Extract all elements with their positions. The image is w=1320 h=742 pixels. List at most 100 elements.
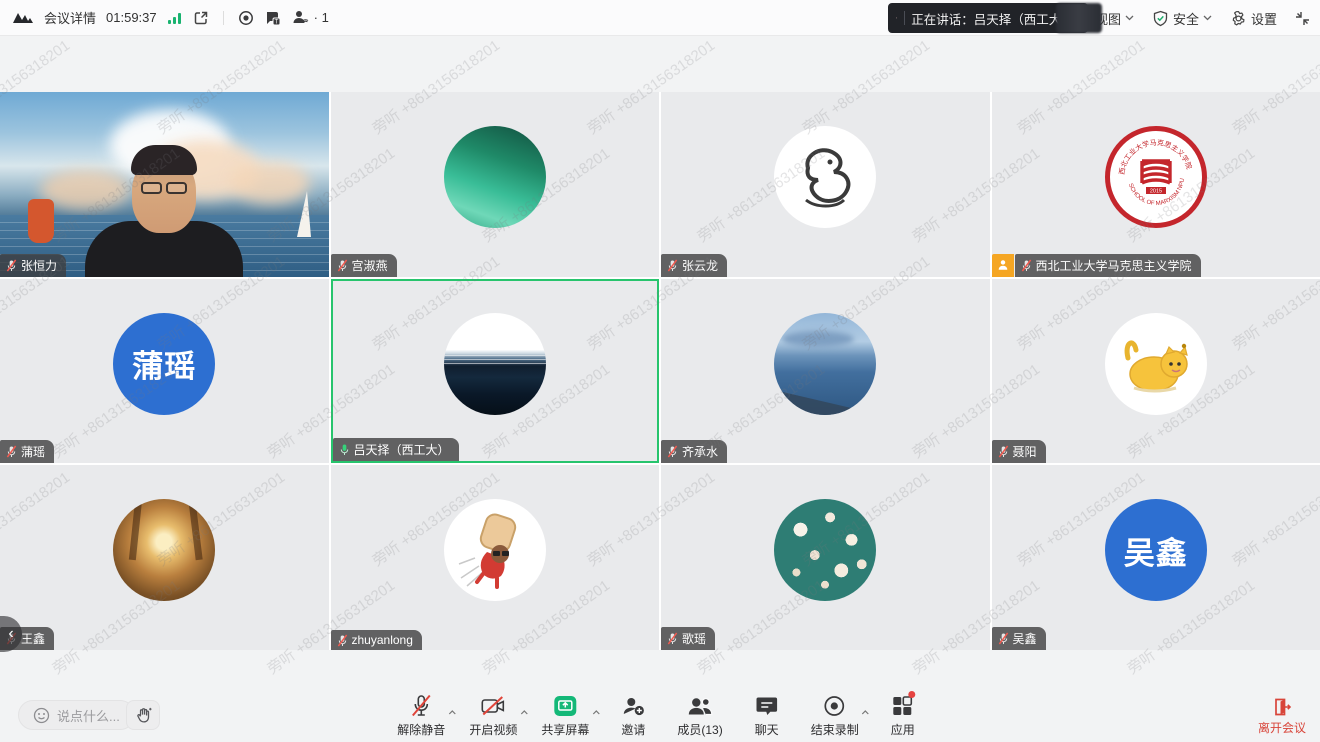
name-tag: 聂阳 [992, 440, 1046, 463]
ink-sketch-art [786, 138, 864, 216]
participant-tile-gongshuyan[interactable]: 宫淑燕 [331, 92, 660, 277]
start-video-button[interactable]: 开启视频 [469, 694, 517, 738]
participant-tile-school[interactable]: 西北工业大学马克思主义学院 SCHOOL OF MARXISM NPU 2015… [992, 92, 1320, 277]
apps-notification-dot [909, 691, 916, 698]
apps-grid-icon [892, 695, 914, 717]
name-tag: 西北工业大学马克思主义学院 [992, 254, 1201, 277]
header-bar: 会议详情 01:59:37 T · 1 宫格视图 安全 [0, 0, 1320, 36]
collapse-layout-icon[interactable] [1295, 11, 1310, 26]
muted-mic-icon [337, 259, 348, 272]
members-icon [687, 695, 713, 717]
raise-hand-button[interactable] [126, 700, 160, 730]
gear-icon [1230, 10, 1247, 27]
app-logo-icon [12, 10, 34, 26]
participant-tile-puyao[interactable]: 蒲瑶 蒲瑶 [0, 279, 329, 464]
svg-text:2015: 2015 [1150, 189, 1162, 195]
name-tag: 吕天择（西工大） [333, 438, 459, 461]
leave-meeting-button[interactable]: 离开会议 [1258, 697, 1306, 736]
members-button[interactable]: 成员(13) [677, 694, 722, 738]
participant-name: 聂阳 [1013, 443, 1037, 460]
quick-chat-input[interactable]: 说点什么... [18, 700, 135, 730]
participant-grid: 张恒力 宫淑燕 张云龙 西北工业大 [0, 92, 1320, 650]
meeting-details-link[interactable]: 会议详情 [44, 8, 96, 27]
speaking-mic-icon [896, 10, 897, 26]
chat-placeholder: 说点什么... [57, 706, 120, 725]
security-menu[interactable]: 安全 [1152, 9, 1212, 28]
school-logo-art: 西北工业大学马克思主义学院 SCHOOL OF MARXISM NPU 2015 [1110, 131, 1202, 223]
toolbar-center-group: 解除静音 开启视频 共享屏幕 邀请 成员(13) 聊天 结束录制 [397, 694, 922, 738]
participant-name: 歌瑶 [682, 630, 706, 647]
video-feed [0, 92, 329, 277]
muted-mic-icon [667, 445, 678, 458]
participant-name: zhuyanlong [352, 633, 413, 647]
toast-blur-region [1056, 3, 1102, 33]
avatar: 蒲瑶 [113, 313, 215, 415]
recording-status-icon[interactable] [238, 10, 254, 26]
svg-text:西北工业大学马克思主义学院: 西北工业大学马克思主义学院 [1118, 139, 1194, 176]
meeting-timer: 01:59:37 [106, 10, 157, 25]
chat-button[interactable]: 聊天 [747, 694, 787, 738]
avatar: 吴鑫 [1105, 499, 1207, 601]
network-signal-icon [167, 11, 183, 25]
avatar [774, 126, 876, 228]
observer-count-label: · 1 [314, 10, 329, 25]
participant-tile-geyao[interactable]: 歌瑶 [661, 465, 990, 650]
camera-muted-icon [480, 695, 506, 717]
unmute-button[interactable]: 解除静音 [397, 694, 445, 738]
muted-mic-icon [998, 445, 1009, 458]
participant-tile-nieyang[interactable]: 聂阳 [992, 279, 1320, 464]
host-person-icon [997, 259, 1009, 271]
name-tag: zhuyanlong [331, 630, 422, 650]
security-label: 安全 [1173, 9, 1199, 28]
popout-window-icon[interactable] [193, 10, 209, 26]
recording-icon [824, 695, 846, 717]
name-tag: 张云龙 [661, 254, 727, 277]
participant-tile-zhangyunlong[interactable]: 张云龙 [661, 92, 990, 277]
chat-bubble-icon [755, 695, 778, 717]
participant-name: 西北工业大学马克思主义学院 [1036, 257, 1192, 274]
cartoon-art [453, 508, 537, 592]
leave-door-icon [1272, 697, 1292, 717]
muted-mic-icon [1021, 259, 1032, 272]
share-options-caret[interactable] [592, 702, 600, 720]
settings-button[interactable]: 设置 [1230, 9, 1277, 28]
transcription-icon[interactable]: T [264, 10, 282, 26]
recording-options-caret[interactable] [862, 702, 870, 720]
name-tag: 吴鑫 [992, 627, 1046, 650]
active-speaker-label: 正在讲话：吕天择（西工大）； [911, 9, 1080, 28]
participant-tile-qichengshui[interactable]: 齐承水 [661, 279, 990, 464]
avatar [1105, 313, 1207, 415]
participant-tile-lvtianze-active-speaker[interactable]: 吕天择（西工大） [331, 279, 660, 464]
cat-drawing-art [1114, 322, 1198, 406]
avatar [774, 313, 876, 415]
name-tag: 齐承水 [661, 440, 727, 463]
mic-muted-icon [410, 694, 432, 718]
participant-tile-zhanghengli[interactable]: 张恒力 [0, 92, 329, 277]
share-screen-button[interactable]: 共享屏幕 [541, 694, 589, 738]
participant-name: 张恒力 [21, 257, 57, 274]
invite-button[interactable]: 邀请 [613, 694, 653, 738]
participant-tile-zhuyanlong[interactable]: zhuyanlong [331, 465, 660, 650]
buoy-art [28, 199, 54, 243]
participant-tile-wuxin[interactable]: 吴鑫 吴鑫 [992, 465, 1320, 650]
stop-recording-button[interactable]: 结束录制 [811, 694, 859, 738]
participant-name: 吴鑫 [1013, 630, 1037, 647]
video-options-caret[interactable] [520, 702, 528, 720]
avatar-initials: 吴鑫 [1124, 528, 1188, 573]
host-badge [992, 254, 1014, 277]
name-tag: 宫淑燕 [331, 254, 397, 277]
observer-count[interactable]: · 1 [292, 10, 329, 25]
header-divider [223, 11, 224, 25]
avatar [774, 499, 876, 601]
participant-tile-wangxin[interactable]: 王鑫 [0, 465, 329, 650]
avatar: 西北工业大学马克思主义学院 SCHOOL OF MARXISM NPU 2015 [1105, 126, 1207, 228]
unmute-options-caret[interactable] [448, 702, 456, 720]
share-screen-icon [553, 695, 577, 717]
name-tag: 歌瑶 [661, 627, 715, 650]
participant-name: 吕天择（西工大） [354, 441, 450, 458]
svg-text:T: T [274, 19, 278, 25]
avatar [444, 313, 546, 415]
apps-button[interactable]: 应用 [883, 694, 923, 738]
muted-mic-icon [337, 634, 348, 647]
muted-mic-icon [667, 632, 678, 645]
